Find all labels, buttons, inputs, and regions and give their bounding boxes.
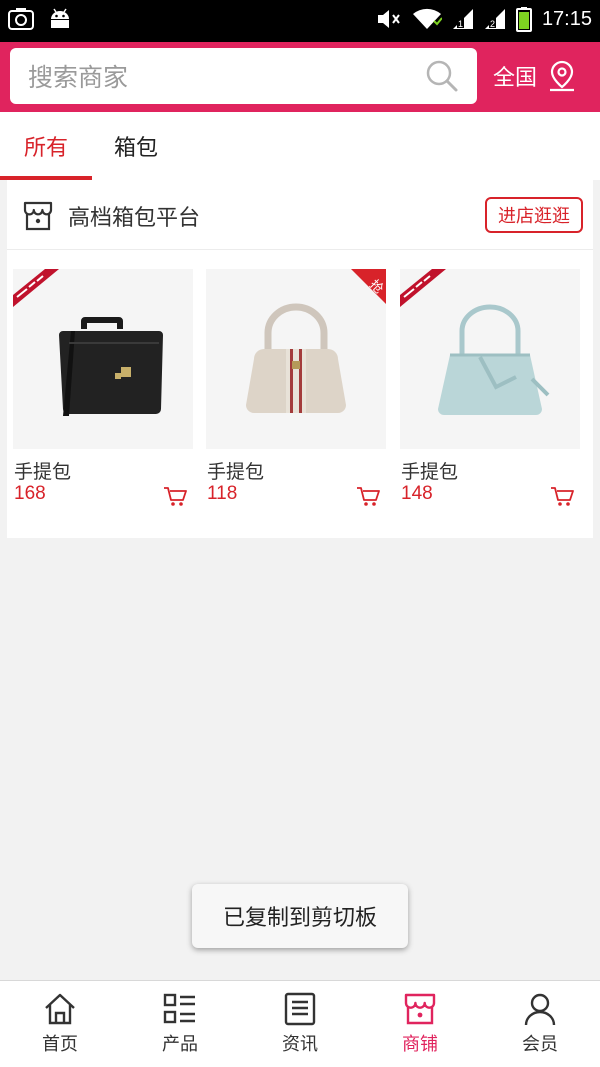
header: 搜索商家 全国 — [0, 42, 600, 112]
news-icon — [284, 992, 316, 1026]
nav-products-label: 产品 — [162, 1034, 198, 1055]
tab-all[interactable]: 所有 — [0, 112, 92, 180]
nav-shops-label: 商铺 — [402, 1034, 438, 1055]
product-card[interactable]: 抢 手提包 118 — [206, 269, 386, 509]
store-icon — [23, 201, 53, 231]
bottom-nav: 首页 产品 资讯 商铺 会员 — [0, 980, 600, 1067]
screenshot-icon — [8, 8, 34, 30]
product-name: 手提包 — [14, 461, 72, 483]
product-name: 手提包 — [401, 461, 459, 483]
add-to-cart-icon[interactable] — [356, 486, 380, 508]
android-icon — [51, 8, 69, 28]
new-arrival-ribbon — [400, 269, 446, 307]
nav-home[interactable]: 首页 — [0, 981, 120, 1067]
nav-home-label: 首页 — [42, 1034, 78, 1055]
wifi-icon — [412, 8, 442, 29]
region-label: 全国 — [493, 66, 538, 91]
svg-text:2: 2 — [490, 19, 495, 29]
battery-icon — [515, 7, 532, 32]
add-to-cart-icon[interactable] — [550, 486, 574, 508]
user-icon — [524, 993, 556, 1026]
product-card[interactable]: 手提包 168 — [13, 269, 193, 509]
product-price: 148 — [401, 483, 433, 504]
status-bar: 1 2 17:15 — [0, 0, 600, 42]
product-name: 手提包 — [207, 461, 265, 483]
shop-name: 高档箱包平台 — [68, 206, 201, 231]
nav-news-label: 资讯 — [282, 1034, 318, 1055]
nav-news[interactable]: 资讯 — [240, 981, 360, 1067]
nav-products[interactable]: 产品 — [120, 981, 240, 1067]
search-box[interactable]: 搜索商家 — [10, 48, 477, 104]
sim2-signal-icon: 2 — [484, 9, 505, 29]
category-tabs: 所有 箱包 — [0, 112, 600, 180]
nav-shops[interactable]: 商铺 — [360, 981, 480, 1067]
region-selector[interactable]: 全国 — [493, 60, 577, 92]
shop-card: 高档箱包平台 进店逛逛 手提包 168 抢 手提包 118 手提包 148 — [7, 180, 593, 538]
enter-shop-button[interactable]: 进店逛逛 — [485, 197, 583, 233]
sim1-signal-icon: 1 — [452, 9, 473, 29]
search-icon[interactable] — [425, 59, 459, 93]
tab-bags[interactable]: 箱包 — [92, 112, 180, 180]
product-card[interactable]: 手提包 148 — [400, 269, 580, 509]
new-arrival-ribbon — [13, 269, 59, 307]
product-price: 168 — [14, 483, 46, 504]
nav-member-label: 会员 — [522, 1034, 558, 1055]
add-to-cart-icon[interactable] — [163, 486, 187, 508]
mute-icon — [377, 10, 400, 28]
shop-icon — [404, 993, 436, 1025]
nav-member[interactable]: 会员 — [480, 981, 600, 1067]
clock: 17:15 — [541, 7, 592, 30]
shop-header: 高档箱包平台 进店逛逛 — [7, 180, 593, 250]
location-pin-icon — [550, 60, 575, 92]
product-price: 118 — [207, 483, 238, 504]
search-input[interactable]: 搜索商家 — [28, 58, 425, 94]
list-icon — [163, 993, 195, 1024]
svg-text:1: 1 — [458, 19, 463, 29]
home-icon — [45, 993, 75, 1025]
grab-deal-badge: 抢 — [351, 269, 386, 304]
toast-message: 已复制到剪切板 — [192, 884, 408, 948]
